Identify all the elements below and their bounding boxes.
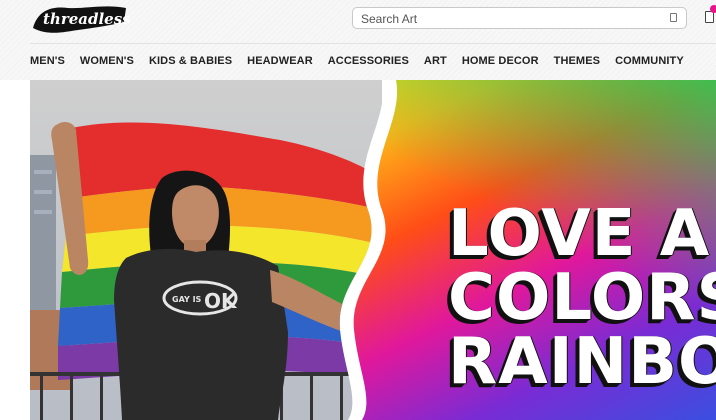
hero-headline-line-1: LOVE A	[448, 197, 711, 271]
search-box[interactable]	[352, 7, 687, 29]
logo-text: threadless	[43, 10, 130, 28]
nav-item-mens[interactable]: MEN'S	[30, 55, 65, 71]
main-nav: MEN'S WOMEN'S KIDS & BABIES HEADWEAR ACC…	[30, 55, 699, 71]
hero-photo: GAY IS OK	[30, 80, 382, 420]
shirt-text-gay: GAY IS	[172, 295, 202, 304]
nav-item-home-decor[interactable]: HOME DECOR	[462, 55, 539, 71]
nav-item-art[interactable]: ART	[424, 55, 447, 71]
site-header: threadless MEN'S WOMEN'S KIDS & BABIES H…	[0, 0, 716, 80]
header-divider	[30, 43, 716, 44]
nav-item-accessories[interactable]: ACCESSORIES	[328, 55, 409, 71]
hero-headline-line-2: COLORS	[448, 261, 716, 335]
nav-item-community[interactable]: COMMUNITY	[615, 55, 684, 71]
search-icon[interactable]	[670, 13, 677, 22]
cart-badge	[710, 5, 716, 13]
nav-item-kids-babies[interactable]: KIDS & BABIES	[149, 55, 232, 71]
shirt-text-ok: OK	[204, 289, 238, 313]
threadless-logo[interactable]: threadless	[30, 0, 130, 38]
nav-item-headwear[interactable]: HEADWEAR	[247, 55, 313, 71]
hero-banner[interactable]: GAY IS OK LOVE A COLORS RAINBO	[30, 80, 716, 420]
nav-item-themes[interactable]: THEMES	[554, 55, 600, 71]
search-input[interactable]	[361, 11, 661, 26]
nav-item-womens[interactable]: WOMEN'S	[80, 55, 134, 71]
hero-headline-line-3: RAINBO	[448, 325, 716, 399]
